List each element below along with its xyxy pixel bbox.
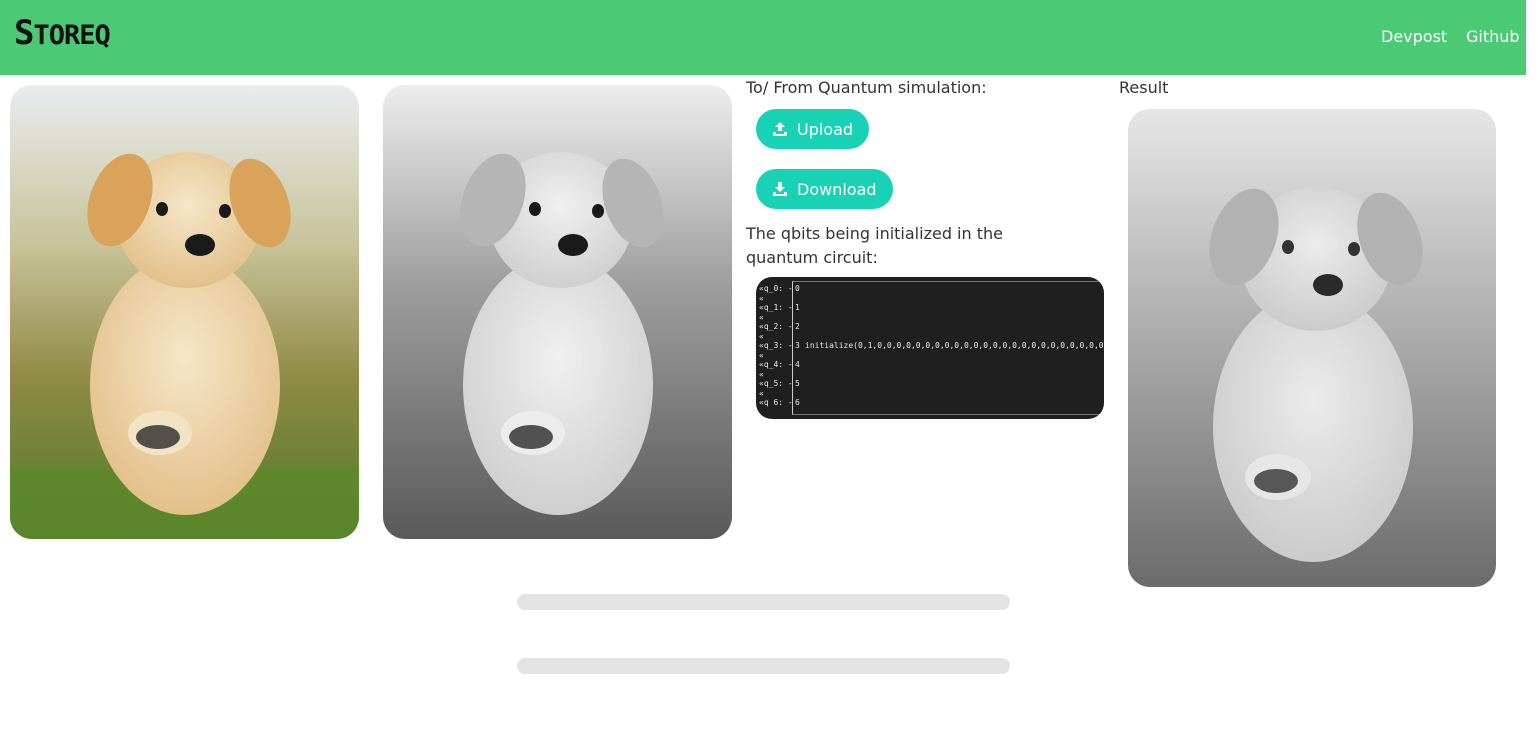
nav-link-github[interactable]: Github: [1466, 27, 1520, 46]
wire-label: «: [759, 388, 764, 398]
upload-icon: [773, 122, 787, 136]
brand-logo[interactable]: STOREQ: [14, 13, 111, 53]
download-button[interactable]: Download: [756, 169, 893, 209]
brand-first-letter: S: [14, 13, 35, 53]
wire-label: «: [759, 350, 764, 360]
grayscale-image: [383, 85, 732, 539]
wire-number: 3: [795, 341, 800, 350]
wire-number: 1: [795, 303, 800, 312]
initialize-gate-text: initialize(0,1,0,0,0,0,0,0,0,0,0,0,0,0,0…: [805, 341, 1104, 350]
download-icon: [773, 182, 787, 196]
navbar: STOREQ Devpost Github: [0, 0, 1526, 75]
progress-bar: [517, 594, 1010, 610]
circuit-label: The qbits being initialized in the quant…: [746, 224, 1003, 267]
wire-label: «: [759, 312, 764, 322]
wire-label: «: [759, 369, 764, 379]
result-image: [1128, 109, 1496, 587]
wire-number: 2: [795, 322, 800, 331]
upload-button[interactable]: Upload: [756, 109, 870, 149]
wire-label: «q_1: -: [759, 303, 793, 312]
wire-number: 6: [795, 398, 800, 407]
wire-numbers: 0 1 2 3 4 5 6: [795, 284, 800, 417]
puppy-grayscale-result-photo: [1128, 109, 1496, 587]
download-label: Download: [797, 179, 877, 199]
wire-number: 0: [795, 284, 800, 293]
wire-number: 5: [795, 379, 800, 388]
brand-rest: TOREQ: [33, 20, 110, 51]
wire-number: 4: [795, 360, 800, 369]
wire-label: «q_5: -: [759, 379, 793, 388]
wire-label: «q_2: -: [759, 322, 793, 331]
wire-label: «q_0: -: [759, 284, 793, 293]
original-image: [10, 85, 359, 539]
wire-label: «q_4: -: [759, 360, 793, 369]
simulation-label: To/ From Quantum simulation:: [746, 78, 987, 97]
progress-bar: [517, 658, 1010, 674]
circuit-wire-labels: «q_0: - « «q_1: - « «q_2: - « «q_3: - « …: [759, 284, 793, 408]
nav-link-devpost[interactable]: Devpost: [1381, 27, 1447, 46]
wire-label: «: [759, 293, 764, 303]
wire-label: «q 6: -: [759, 398, 793, 407]
puppy-color-photo: [10, 85, 359, 539]
circuit-display: «q_0: - « «q_1: - « «q_2: - « «q_3: - « …: [756, 277, 1104, 419]
puppy-grayscale-photo: [383, 85, 732, 539]
upload-label: Upload: [797, 119, 854, 139]
wire-label: «q_3: -: [759, 341, 793, 350]
result-label: Result: [1119, 78, 1169, 97]
wire-label: «: [759, 331, 764, 341]
